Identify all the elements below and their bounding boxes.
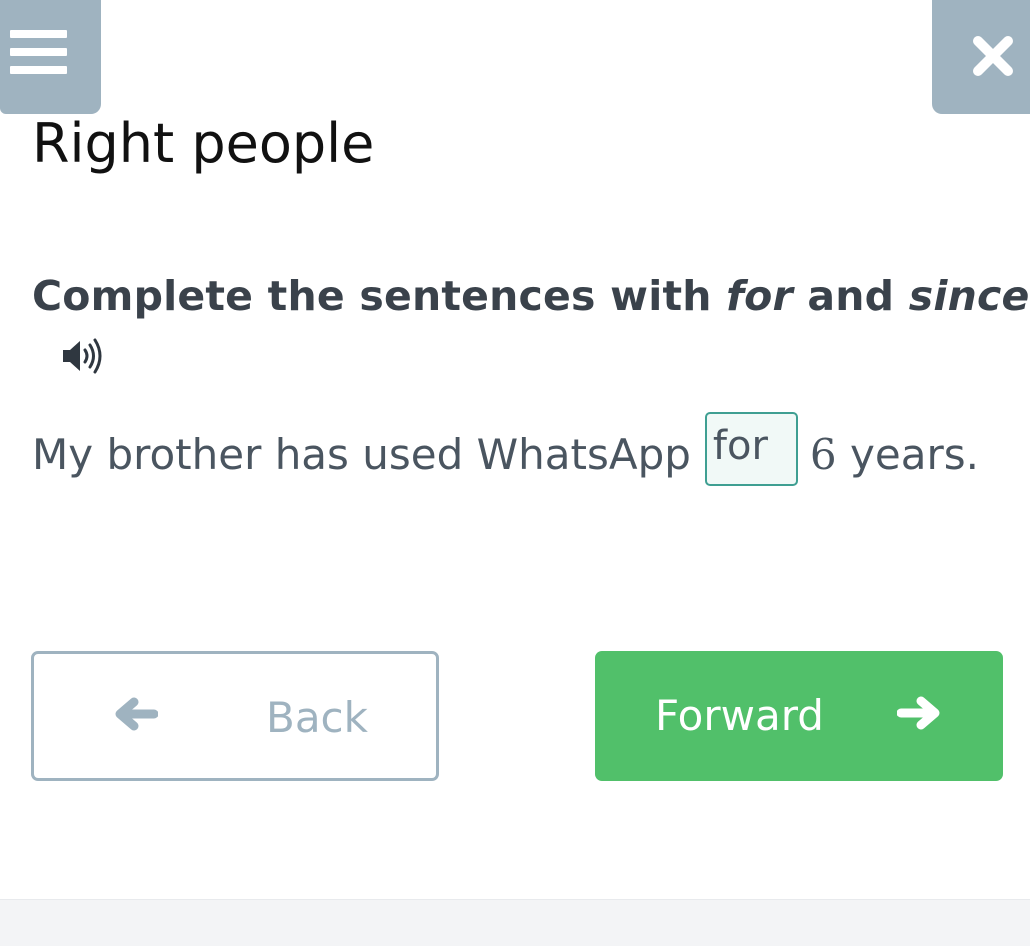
page-title: Right people (32, 112, 375, 175)
forward-label: Forward (655, 691, 824, 740)
keyword-for: for (726, 272, 793, 320)
close-icon (973, 36, 1013, 76)
answer-input[interactable]: for (704, 412, 798, 486)
menu-button[interactable] (0, 0, 101, 114)
arrow-left-icon (115, 697, 158, 731)
close-button[interactable] (932, 0, 1030, 114)
forward-button[interactable]: Forward (595, 651, 1003, 781)
exercise-sentence: My brother has used WhatsApp for 6 years… (32, 412, 979, 492)
footer-bar (0, 899, 1030, 946)
sentence-number: 6 (809, 430, 837, 479)
arrow-right-icon (897, 696, 940, 730)
keyword-since: since (908, 272, 1030, 320)
sentence-text-after: years. (836, 430, 979, 479)
hamburger-menu-icon (10, 30, 67, 38)
speaker-icon (63, 338, 102, 374)
audio-play-button[interactable] (60, 336, 108, 376)
back-button[interactable]: Back (31, 651, 439, 781)
sentence-text-before: My brother has used WhatsApp (32, 430, 691, 479)
task-instruction: Complete the sentences with for and sinc… (32, 272, 1030, 320)
back-label: Back (266, 693, 368, 742)
